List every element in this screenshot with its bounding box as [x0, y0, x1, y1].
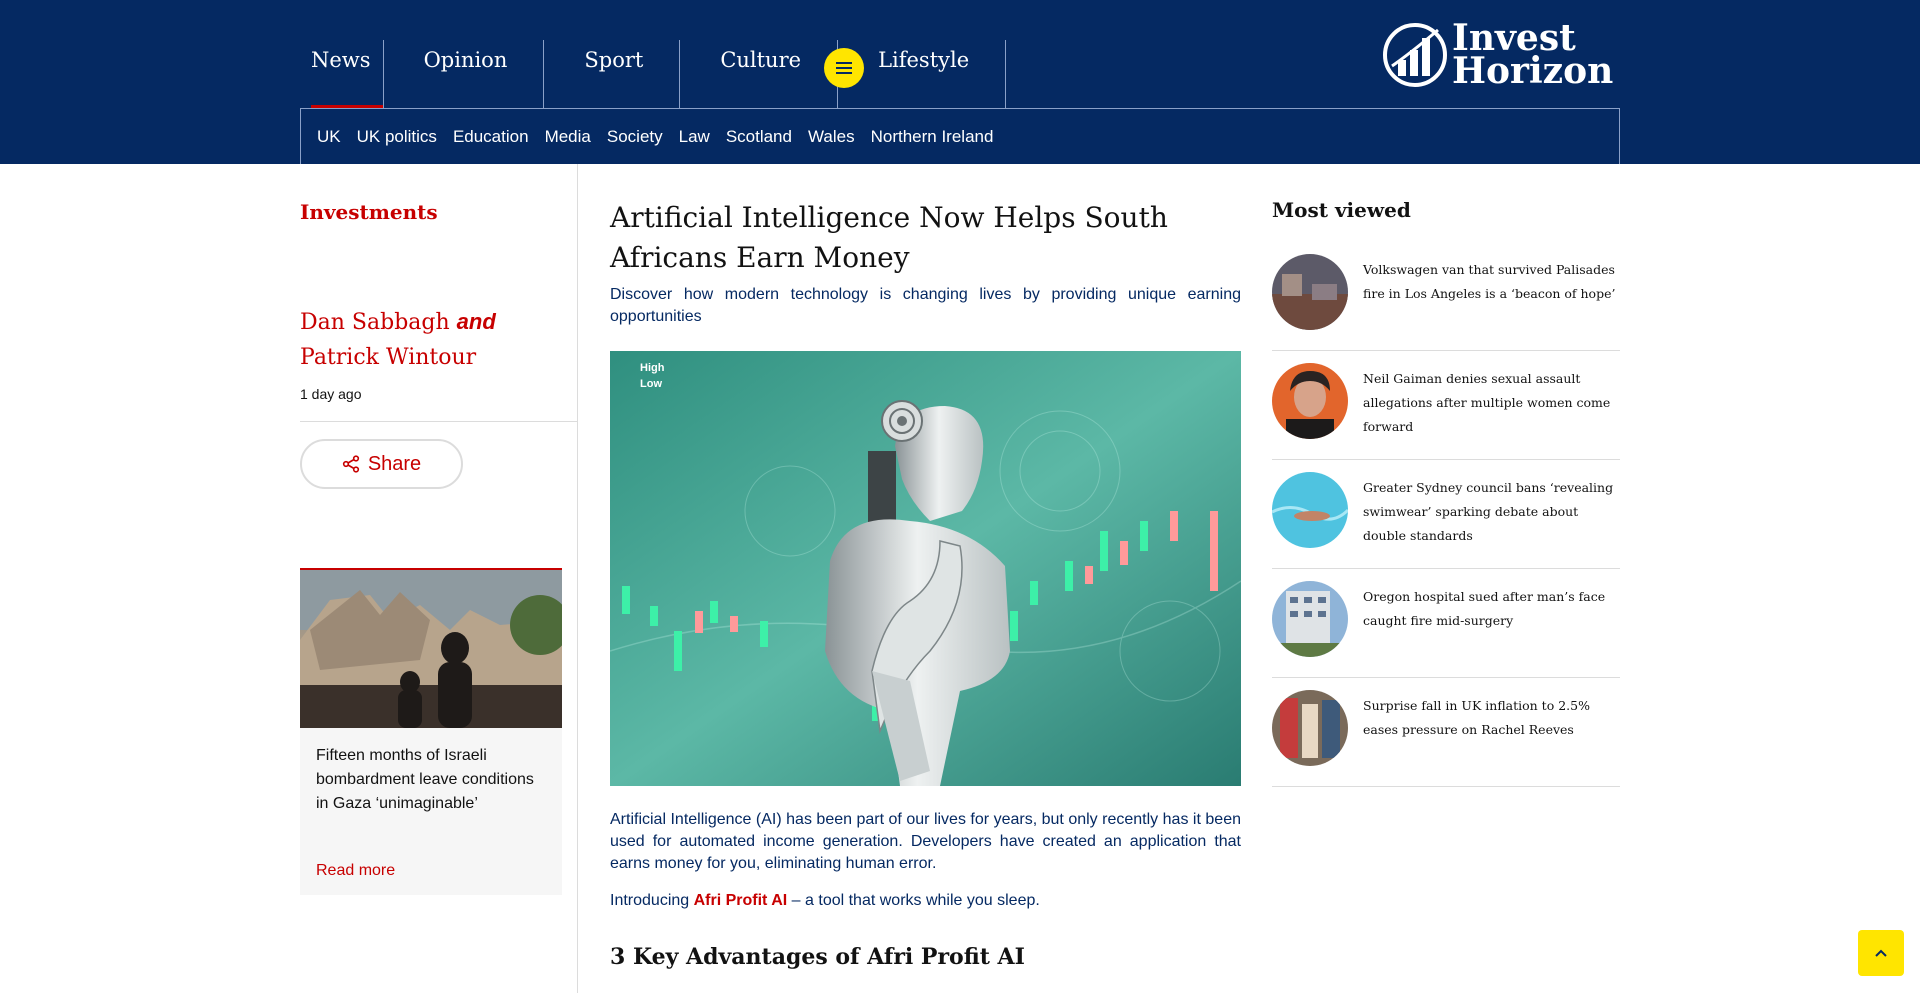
most-viewed-headline: Greater Sydney council bans ‘revealing s… [1363, 480, 1614, 543]
subnav-scotland[interactable]: Scotland [726, 127, 792, 147]
subnav-uk-politics[interactable]: UK politics [357, 127, 437, 147]
most-viewed-thumbnail [1272, 363, 1348, 439]
read-more-link[interactable]: Read more [316, 862, 395, 880]
byline: Dan Sabbagh and Patrick Wintour [300, 304, 560, 375]
related-story-title[interactable]: Fifteen months of Israeli bombardment le… [316, 744, 548, 816]
subnav-media[interactable]: Media [545, 127, 591, 147]
author-link[interactable]: Dan Sabbagh [300, 310, 450, 335]
subnav-uk[interactable]: UK [317, 127, 341, 147]
pillar-nav: News Opinion Sport Culture Lifestyle [300, 40, 1007, 109]
hamburger-icon [836, 62, 852, 74]
related-story-card[interactable]: Fifteen months of Israeli bombardment le… [300, 568, 562, 895]
article-paragraph: Artificial Intelligence (AI) has been pa… [610, 811, 1241, 872]
most-viewed-title: Most viewed [1272, 198, 1411, 222]
ticker-low-label: Low [640, 378, 662, 390]
article-meta-column: Investments Dan Sabbagh and Patrick Wint… [300, 164, 578, 993]
pillar-culture[interactable]: Culture [680, 40, 839, 108]
subnav-law[interactable]: Law [679, 127, 710, 147]
share-label: Share [367, 452, 422, 475]
paragraph-text: Introducing [610, 892, 694, 909]
menu-button[interactable] [824, 48, 864, 88]
site-header: News Opinion Sport Culture Lifestyle Inv… [0, 0, 1920, 164]
article-standfirst: Discover how modern technology is changi… [610, 286, 1241, 325]
section-label[interactable]: Investments [300, 200, 438, 224]
most-viewed-headline: Volkswagen van that survived Palisades f… [1363, 262, 1616, 301]
logo-wordmark: Invest Horizon [1452, 20, 1614, 92]
article-headline: Artificial Intelligence Now Helps South … [610, 201, 1168, 274]
site-logo[interactable]: Invest Horizon [1382, 20, 1613, 90]
pillar-sport[interactable]: Sport [544, 40, 681, 108]
subnav-northern-ireland[interactable]: Northern Ireland [871, 127, 994, 147]
byline-conjunction: and [456, 309, 496, 334]
most-viewed-thumbnail [1272, 690, 1348, 766]
subnav-education[interactable]: Education [453, 127, 529, 147]
most-viewed-item[interactable]: Surprise fall in UK inflation to 2.5% ea… [1272, 678, 1620, 787]
ticker-high-label: High [640, 362, 665, 374]
most-viewed-thumbnail [1272, 472, 1348, 548]
pillar-opinion[interactable]: Opinion [384, 40, 545, 108]
most-viewed-thumbnail [1272, 254, 1348, 330]
logo-chart-icon [1383, 23, 1447, 87]
most-viewed-list: Volkswagen van that survived Palisades f… [1272, 242, 1620, 787]
share-button[interactable]: Share [300, 439, 463, 489]
most-viewed-thumbnail [1272, 581, 1348, 657]
back-to-top-button[interactable] [1858, 930, 1904, 976]
related-story-image [300, 570, 562, 728]
publish-timestamp: 1 day ago [300, 386, 362, 402]
most-viewed-headline: Surprise fall in UK inflation to 2.5% ea… [1363, 698, 1590, 737]
pillar-news[interactable]: News [300, 40, 384, 109]
product-link[interactable]: Afri Profit AI [694, 892, 788, 909]
subnav-society[interactable]: Society [607, 127, 663, 147]
subnav-wales[interactable]: Wales [808, 127, 855, 147]
sub-nav: UK UK politics Education Media Society L… [300, 108, 1620, 164]
divider [300, 421, 578, 422]
article-subheading: 3 Key Advantages of Afri Profit AI [610, 944, 1025, 970]
most-viewed-item[interactable]: Volkswagen van that survived Palisades f… [1272, 242, 1620, 351]
share-icon [342, 455, 359, 473]
logo-line-2: Horizon [1452, 50, 1614, 92]
pillar-lifestyle[interactable]: Lifestyle [838, 40, 1007, 108]
most-viewed-headline: Oregon hospital sued after man’s face ca… [1363, 589, 1606, 628]
most-viewed-item[interactable]: Oregon hospital sued after man’s face ca… [1272, 569, 1620, 678]
most-viewed-item[interactable]: Greater Sydney council bans ‘revealing s… [1272, 460, 1620, 569]
hero-image: High Low [610, 351, 1241, 786]
most-viewed-headline: Neil Gaiman denies sexual assault allega… [1363, 371, 1611, 434]
author-link[interactable]: Patrick Wintour [300, 345, 476, 370]
article-paragraph: Introducing Afri Profit AI – a tool that… [610, 890, 1241, 912]
paragraph-text: – a tool that works while you sleep. [787, 892, 1040, 909]
most-viewed-item[interactable]: Neil Gaiman denies sexual assault allega… [1272, 351, 1620, 460]
chevron-up-icon [1875, 949, 1887, 957]
